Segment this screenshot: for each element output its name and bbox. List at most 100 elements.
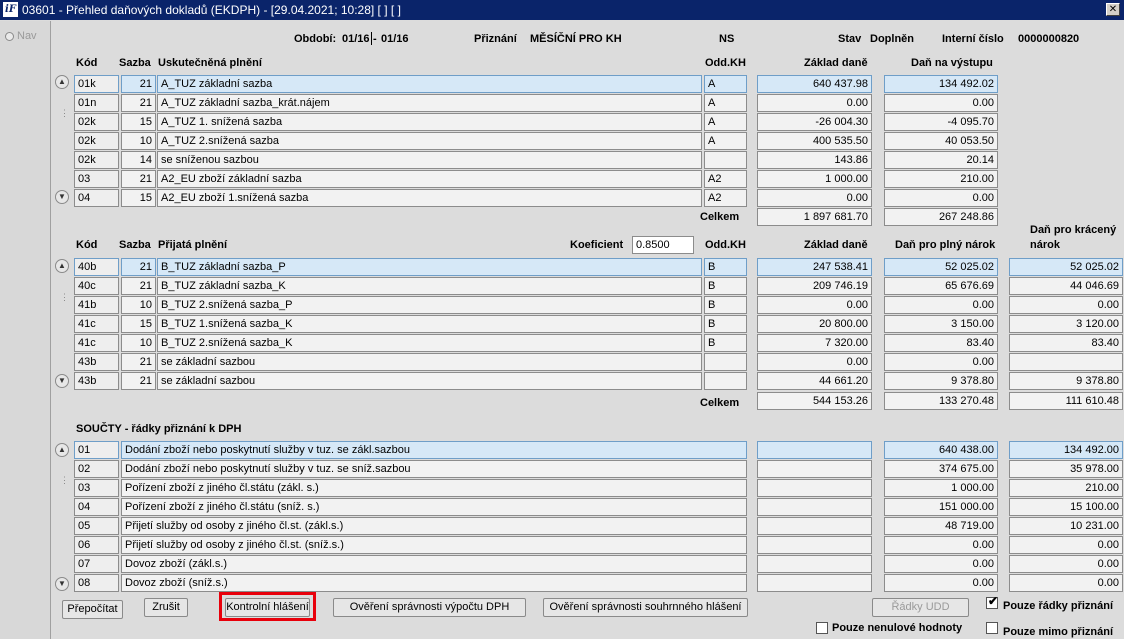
sum-row-base[interactable]: 640 438.00	[884, 441, 998, 459]
sum-row-base[interactable]: 151 000.00	[884, 498, 998, 516]
in-row-kh[interactable]: B	[704, 315, 747, 333]
in-row-desc[interactable]: B_TUZ základní sazba_P	[157, 258, 702, 276]
out-row-rate[interactable]: 15	[121, 189, 156, 207]
out-row-kh[interactable]: A	[704, 113, 747, 131]
in-row-desc[interactable]: se základní sazbou	[157, 372, 702, 390]
out-row-code[interactable]: 02k	[74, 113, 119, 131]
in-row-rate[interactable]: 21	[121, 353, 156, 371]
output-scrollbar[interactable]: ▲ ⋮ ▼	[55, 75, 71, 207]
out-row-rate[interactable]: 21	[121, 75, 156, 93]
scroll-up-icon[interactable]: ▲	[55, 443, 69, 457]
out-row-tax[interactable]: 40 053.50	[884, 132, 998, 150]
out-row-desc[interactable]: A_TUZ základní sazba	[157, 75, 702, 93]
in-row-kh[interactable]	[704, 372, 747, 390]
in-row-rate[interactable]: 21	[121, 277, 156, 295]
udd-rows-button[interactable]: Řádky UDD	[872, 598, 969, 617]
sum-row-desc[interactable]: Dovoz zboží (sníž.s.)	[121, 574, 747, 592]
sum-row-tax[interactable]: 134 492.00	[1009, 441, 1123, 459]
in-row-desc[interactable]: B_TUZ 1.snížená sazba_K	[157, 315, 702, 333]
sum-row-base[interactable]: 374 675.00	[884, 460, 998, 478]
sum-row-desc[interactable]: Přijetí služby od osoby z jiného čl.st. …	[121, 517, 747, 535]
sum-row-spacer[interactable]	[757, 498, 872, 516]
out-row-code[interactable]: 03	[74, 170, 119, 188]
out-row-code[interactable]: 01k	[74, 75, 119, 93]
in-row-base[interactable]: 44 661.20	[757, 372, 872, 390]
out-row-desc[interactable]: A_TUZ 1. snížená sazba	[157, 113, 702, 131]
sum-row-code[interactable]: 04	[74, 498, 119, 516]
out-row-code[interactable]: 01n	[74, 94, 119, 112]
sum-row-tax[interactable]: 15 100.00	[1009, 498, 1123, 516]
in-row-code[interactable]: 40c	[74, 277, 119, 295]
verify-summary-button[interactable]: Ověření správnosti souhrnného hlášení	[543, 598, 748, 617]
in-row-kh[interactable]: B	[704, 258, 747, 276]
sum-row-code[interactable]: 08	[74, 574, 119, 592]
out-row-tax[interactable]: 0.00	[884, 189, 998, 207]
recalculate-button[interactable]: Přepočítat	[62, 600, 123, 619]
out-row-kh[interactable]: A	[704, 94, 747, 112]
sum-row-spacer[interactable]	[757, 574, 872, 592]
in-row-reduced[interactable]: 52 025.02	[1009, 258, 1123, 276]
out-row-base[interactable]: 143.86	[757, 151, 872, 169]
sum-row-tax[interactable]: 10 231.00	[1009, 517, 1123, 535]
sum-row-desc[interactable]: Pořízení zboží z jiného čl.státu (zákl. …	[121, 479, 747, 497]
in-row-base[interactable]: 247 538.41	[757, 258, 872, 276]
only-outside-checkbox[interactable]	[986, 622, 998, 634]
out-row-code[interactable]: 04	[74, 189, 119, 207]
sum-row-desc[interactable]: Pořízení zboží z jiného čl.státu (sníž. …	[121, 498, 747, 516]
out-row-base[interactable]: -26 004.30	[757, 113, 872, 131]
input-scrollbar[interactable]: ▲ ⋮ ▼	[55, 259, 71, 391]
close-icon[interactable]: ✕	[1106, 3, 1120, 16]
sum-row-tax[interactable]: 210.00	[1009, 479, 1123, 497]
out-row-kh[interactable]: A2	[704, 189, 747, 207]
sum-row-tax[interactable]: 0.00	[1009, 555, 1123, 573]
in-row-code[interactable]: 41c	[74, 315, 119, 333]
in-row-code[interactable]: 43b	[74, 372, 119, 390]
out-row-tax[interactable]: 20.14	[884, 151, 998, 169]
in-row-full[interactable]: 0.00	[884, 353, 998, 371]
out-row-base[interactable]: 400 535.50	[757, 132, 872, 150]
in-row-code[interactable]: 40b	[74, 258, 119, 276]
nav-radio-icon[interactable]	[5, 32, 14, 41]
out-row-rate[interactable]: 10	[121, 132, 156, 150]
in-row-rate[interactable]: 10	[121, 334, 156, 352]
in-row-code[interactable]: 43b	[74, 353, 119, 371]
out-row-desc[interactable]: A_TUZ základní sazba_krát.nájem	[157, 94, 702, 112]
out-row-kh[interactable]	[704, 151, 747, 169]
in-row-base[interactable]: 209 746.19	[757, 277, 872, 295]
out-row-desc[interactable]: A2_EU zboží základní sazba	[157, 170, 702, 188]
out-row-rate[interactable]: 14	[121, 151, 156, 169]
in-row-base[interactable]: 20 800.00	[757, 315, 872, 333]
sum-row-code[interactable]: 07	[74, 555, 119, 573]
out-row-tax[interactable]: 134 492.02	[884, 75, 998, 93]
out-row-base[interactable]: 640 437.98	[757, 75, 872, 93]
sum-row-tax[interactable]: 0.00	[1009, 574, 1123, 592]
sum-row-desc[interactable]: Dodání zboží nebo poskytnutí služby v tu…	[121, 441, 747, 459]
out-row-base[interactable]: 0.00	[757, 94, 872, 112]
scroll-grip-icon[interactable]: ⋮	[60, 109, 69, 118]
in-row-reduced[interactable]	[1009, 353, 1123, 371]
sum-row-spacer[interactable]	[757, 441, 872, 459]
in-row-full[interactable]: 0.00	[884, 296, 998, 314]
in-row-full[interactable]: 9 378.80	[884, 372, 998, 390]
sum-row-spacer[interactable]	[757, 479, 872, 497]
out-row-base[interactable]: 0.00	[757, 189, 872, 207]
in-row-desc[interactable]: B_TUZ 2.snížená sazba_K	[157, 334, 702, 352]
out-row-rate[interactable]: 21	[121, 170, 156, 188]
in-row-rate[interactable]: 21	[121, 372, 156, 390]
in-row-full[interactable]: 3 150.00	[884, 315, 998, 333]
out-row-code[interactable]: 02k	[74, 151, 119, 169]
sum-row-code[interactable]: 01	[74, 441, 119, 459]
sum-row-base[interactable]: 0.00	[884, 555, 998, 573]
sum-row-base[interactable]: 0.00	[884, 536, 998, 554]
sum-row-code[interactable]: 05	[74, 517, 119, 535]
out-row-rate[interactable]: 15	[121, 113, 156, 131]
in-row-reduced[interactable]: 3 120.00	[1009, 315, 1123, 333]
in-row-desc[interactable]: B_TUZ základní sazba_K	[157, 277, 702, 295]
in-row-rate[interactable]: 10	[121, 296, 156, 314]
out-row-kh[interactable]: A	[704, 75, 747, 93]
sum-row-tax[interactable]: 35 978.00	[1009, 460, 1123, 478]
sum-row-code[interactable]: 06	[74, 536, 119, 554]
out-row-tax[interactable]: 210.00	[884, 170, 998, 188]
out-row-kh[interactable]: A2	[704, 170, 747, 188]
only-rows-checkbox[interactable]: ✔	[986, 595, 998, 609]
